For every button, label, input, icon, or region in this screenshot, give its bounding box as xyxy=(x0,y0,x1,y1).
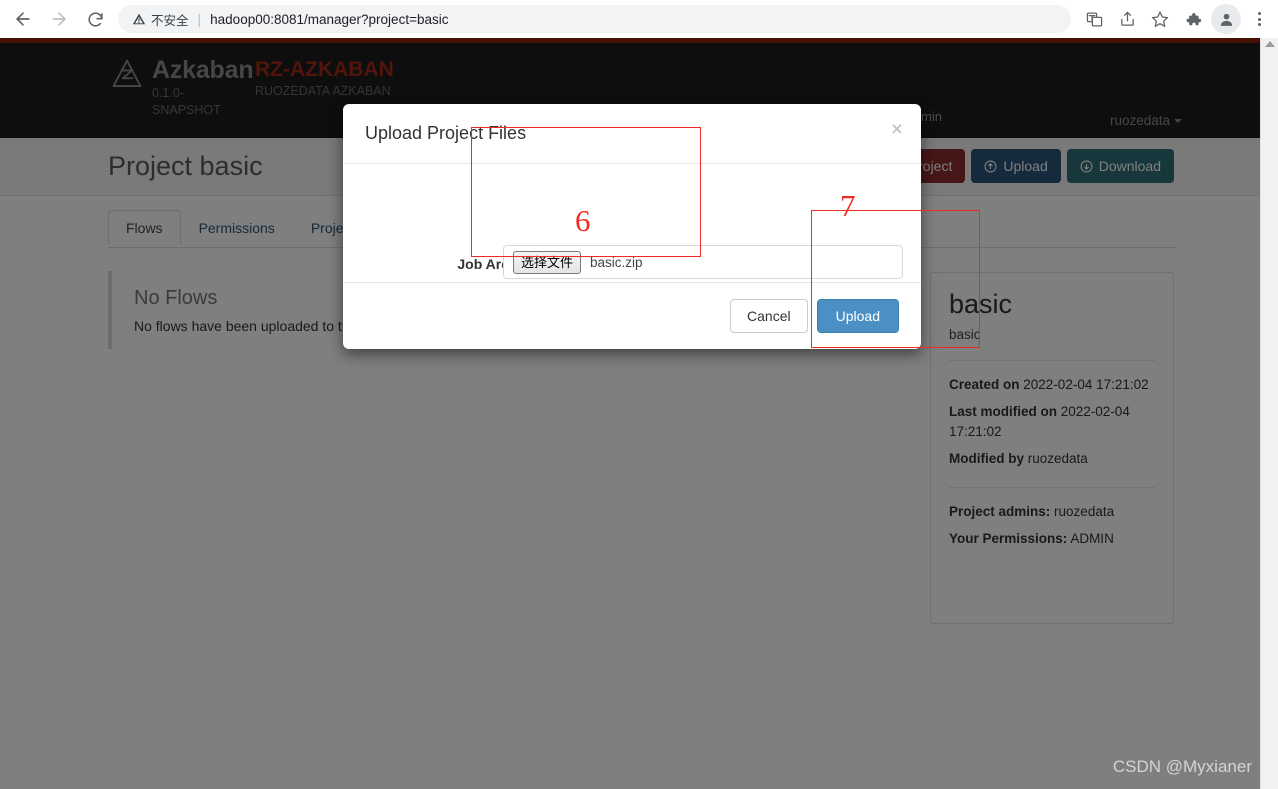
annotation-number-6: 6 xyxy=(575,203,591,238)
browser-action-icons xyxy=(1079,4,1278,34)
watermark: CSDN @Myxianer xyxy=(1112,757,1252,776)
page-viewport: Azkaban 0.1.0-SNAPSHOT RZ-AZKABAN RUOZED… xyxy=(0,38,1278,789)
page-scrollbar[interactable] xyxy=(1260,38,1278,789)
reload-icon[interactable] xyxy=(78,2,112,36)
profile-avatar-icon[interactable] xyxy=(1211,4,1241,34)
cancel-button[interactable]: Cancel xyxy=(730,299,808,333)
kebab-menu-icon[interactable] xyxy=(1244,4,1274,34)
back-icon[interactable] xyxy=(6,2,40,36)
forward-icon[interactable] xyxy=(42,2,76,36)
page-content: Azkaban 0.1.0-SNAPSHOT RZ-AZKABAN RUOZED… xyxy=(0,38,1260,789)
security-label: 不安全 xyxy=(151,13,189,28)
screenshot-root: 不安全 | hadoop00:8081/manager?project=basi… xyxy=(0,0,1278,789)
scroll-up-arrow-icon[interactable] xyxy=(1265,41,1275,47)
warning-triangle-icon xyxy=(132,13,146,25)
translate-icon[interactable] xyxy=(1079,4,1109,34)
navigation-buttons xyxy=(0,2,112,36)
security-indicator[interactable]: 不安全 xyxy=(132,10,189,29)
omnibox-separator: | xyxy=(197,11,202,27)
url-text: hadoop00:8081/manager?project=basic xyxy=(210,11,449,27)
annotation-number-7: 7 xyxy=(840,188,856,223)
browser-toolbar: 不安全 | hadoop00:8081/manager?project=basi… xyxy=(0,0,1278,38)
annotation-box-7 xyxy=(811,210,980,348)
close-icon[interactable]: × xyxy=(891,119,903,140)
share-icon[interactable] xyxy=(1112,4,1142,34)
puzzle-icon[interactable] xyxy=(1178,4,1208,34)
star-icon[interactable] xyxy=(1145,4,1175,34)
address-bar[interactable]: 不安全 | hadoop00:8081/manager?project=basi… xyxy=(118,5,1071,33)
